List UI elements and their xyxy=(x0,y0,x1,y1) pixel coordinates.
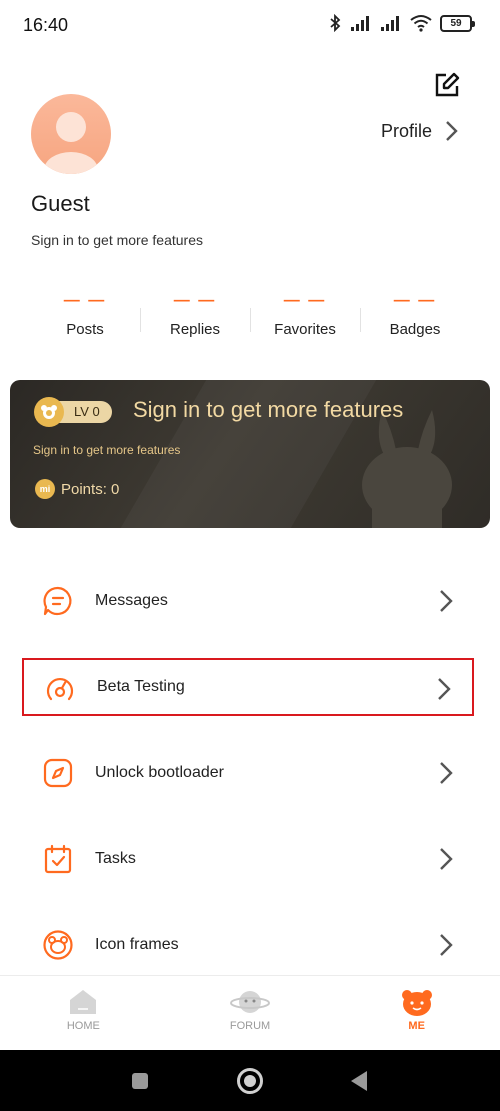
back-button[interactable] xyxy=(349,1070,369,1092)
profile-label: Profile xyxy=(381,120,433,141)
speedometer-icon xyxy=(46,677,74,701)
points: mi Points: 0 xyxy=(35,479,119,499)
menu-item-beta-testing[interactable]: Beta Testing xyxy=(22,658,474,716)
chevron-right-icon xyxy=(438,678,451,700)
chevron-right-icon xyxy=(440,848,453,870)
chevron-right-icon xyxy=(440,934,453,956)
signal-icon xyxy=(381,16,399,31)
menu-item-unlock-bootloader[interactable]: Unlock bootloader xyxy=(22,744,474,802)
chevron-right-icon xyxy=(446,121,458,141)
stat-value: — — xyxy=(393,292,437,309)
status-time: 16:40 xyxy=(23,15,69,35)
status-bar: 16:40 59 xyxy=(0,0,500,50)
bear-me-icon xyxy=(401,990,432,1016)
nav-tab-home[interactable]: HOME xyxy=(0,976,167,1050)
chevron-right-icon xyxy=(440,590,453,612)
stat-label: Favorites xyxy=(274,321,336,338)
stat-label: Posts xyxy=(66,321,104,338)
menu-label: Unlock bootloader xyxy=(95,764,224,781)
home-button[interactable] xyxy=(236,1067,264,1095)
wifi-icon xyxy=(410,15,432,32)
nav-label: HOME xyxy=(66,1020,100,1032)
planet-icon xyxy=(230,991,270,1013)
menu-item-icon-frames[interactable]: Icon frames xyxy=(22,916,474,974)
username: Guest xyxy=(31,191,90,216)
default-avatar-icon xyxy=(44,112,98,174)
menu-label: Icon frames xyxy=(95,936,179,953)
menu-label: Tasks xyxy=(95,850,136,867)
edit-icon[interactable] xyxy=(433,71,461,99)
system-nav-bar xyxy=(0,1050,500,1111)
avatar[interactable] xyxy=(31,94,111,174)
nav-label: FORUM xyxy=(229,1020,271,1032)
stat-replies[interactable]: — — Replies xyxy=(140,290,250,350)
compass-icon xyxy=(43,758,73,788)
battery-level: 59 xyxy=(450,17,462,29)
bear-level-icon xyxy=(34,397,64,427)
message-icon xyxy=(43,586,72,616)
calendar-check-icon xyxy=(44,844,72,874)
nav-tab-forum[interactable]: FORUM xyxy=(167,976,334,1050)
menu-label: Beta Testing xyxy=(97,678,185,695)
bear-frame-icon xyxy=(43,930,73,960)
card-title: Sign in to get more features xyxy=(133,397,404,422)
bluetooth-icon xyxy=(330,14,341,32)
nav-label: ME xyxy=(408,1020,425,1032)
home-icon xyxy=(70,990,97,1014)
battery-icon: 59 xyxy=(440,14,475,32)
stat-value: — — xyxy=(283,292,327,309)
stat-badges[interactable]: — — Badges xyxy=(360,290,470,350)
stats-row: — — Posts — — Replies — — Favorites — — … xyxy=(30,290,470,350)
sign-in-subtitle[interactable]: Sign in to get more features xyxy=(31,232,203,248)
profile-link[interactable]: Profile xyxy=(381,120,458,142)
signal-icon xyxy=(351,16,369,31)
points-label: Points: 0 xyxy=(61,480,120,498)
status-icons: 59 xyxy=(328,14,475,32)
nav-tab-me[interactable]: ME xyxy=(333,976,500,1050)
stat-value: — — xyxy=(173,292,217,309)
menu-item-tasks[interactable]: Tasks xyxy=(22,830,474,888)
coin-icon: mi xyxy=(35,479,55,499)
menu-label: Messages xyxy=(95,592,168,609)
stat-value: — — xyxy=(63,292,107,309)
chevron-right-icon xyxy=(440,762,453,784)
stat-label: Badges xyxy=(389,321,441,338)
stat-favorites[interactable]: — — Favorites xyxy=(250,290,360,350)
card-subtitle: Sign in to get more features xyxy=(33,443,181,457)
menu-item-messages[interactable]: Messages xyxy=(22,572,474,630)
level-card[interactable]: LV 0 Sign in to get more features Sign i… xyxy=(10,380,490,528)
bottom-nav: HOME FORUM ME xyxy=(0,975,500,1050)
stat-posts[interactable]: — — Posts xyxy=(30,290,140,350)
level-badge: LV 0 xyxy=(34,397,112,427)
recents-button[interactable] xyxy=(131,1072,149,1090)
stat-label: Replies xyxy=(169,321,221,338)
